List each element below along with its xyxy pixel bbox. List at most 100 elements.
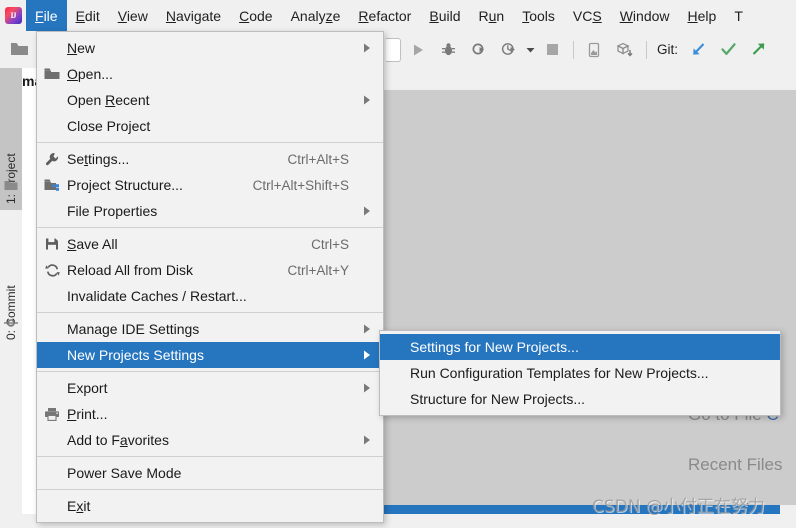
menu-build[interactable]: Build — [420, 0, 469, 31]
sync-gradle-icon[interactable] — [610, 35, 640, 65]
run-with-coverage-icon[interactable] — [463, 35, 493, 65]
toolbar-separator — [573, 41, 574, 59]
submenu-arrow-icon — [359, 383, 375, 393]
menu-help[interactable]: Help — [679, 0, 726, 31]
menu-view[interactable]: View — [109, 0, 157, 31]
file-menu-item-shortcut: Ctrl+Alt+S — [269, 152, 349, 167]
app-logo — [0, 0, 26, 31]
submenu-item-run-configuration-templates-for-new-projects[interactable]: Run Configuration Templates for New Proj… — [380, 360, 780, 386]
file-menu-item-new[interactable]: New — [37, 35, 383, 61]
file-menu-item-label: Invalidate Caches / Restart... — [67, 288, 349, 304]
submenu-arrow-icon — [359, 324, 375, 334]
menu-item-icon-slot — [37, 316, 67, 342]
file-menu-item-shortcut: Ctrl+Alt+Y — [269, 263, 349, 278]
push-arrow-icon[interactable] — [743, 35, 773, 65]
menu-edit-label: Edit — [76, 8, 100, 24]
menu-tools-label: Tools — [522, 8, 555, 24]
menu-code[interactable]: Code — [230, 0, 281, 31]
submenu-item-structure-for-new-projects[interactable]: Structure for New Projects... — [380, 386, 780, 412]
submenu-item-settings-for-new-projects[interactable]: Settings for New Projects... — [380, 334, 780, 360]
file-menu-item-reload-all-from-disk[interactable]: Reload All from DiskCtrl+Alt+Y — [37, 257, 383, 283]
project-folder-icon — [4, 178, 18, 192]
menu-navigate[interactable]: Navigate — [157, 0, 230, 31]
menu-t[interactable]: T — [725, 0, 752, 31]
menu-edit[interactable]: Edit — [67, 0, 109, 31]
run-play-icon[interactable] — [403, 35, 433, 65]
debug-bug-icon[interactable] — [433, 35, 463, 65]
menu-vcs[interactable]: VCS — [564, 0, 611, 31]
file-menu-item-shortcut: Ctrl+Alt+Shift+S — [235, 178, 349, 193]
menu-view-label: View — [118, 8, 148, 24]
menu-item-icon-slot — [37, 35, 67, 61]
menu-item-icon-slot — [37, 493, 67, 519]
menu-item-icon-slot — [37, 283, 67, 309]
menu-separator — [37, 456, 383, 457]
submenu-arrow-icon — [359, 350, 375, 360]
file-menu-item-save-all[interactable]: Save AllCtrl+S — [37, 231, 383, 257]
file-menu-item-label: Print... — [67, 406, 349, 422]
file-menu-item-file-properties[interactable]: File Properties — [37, 198, 383, 224]
file-menu-item-add-to-favorites[interactable]: Add to Favorites — [37, 427, 383, 453]
device-manager-icon[interactable] — [580, 35, 610, 65]
file-menu-item-new-projects-settings[interactable]: New Projects Settings — [37, 342, 383, 368]
file-menu-item-label: Power Save Mode — [67, 465, 349, 481]
stop-square-icon[interactable] — [537, 35, 567, 65]
file-menu-item-invalidate-caches-restart[interactable]: Invalidate Caches / Restart... — [37, 283, 383, 309]
menu-item-icon-slot — [37, 87, 67, 113]
menu-build-label: Build — [429, 8, 460, 24]
profile-icon[interactable] — [493, 35, 523, 65]
menu-tools[interactable]: Tools — [513, 0, 564, 31]
sidebar-item-commit-label: 0: Commit — [4, 285, 18, 340]
project-structure-icon — [37, 172, 67, 198]
submenu-arrow-icon — [359, 43, 375, 53]
file-menu-item-open[interactable]: Open... — [37, 61, 383, 87]
menu-bar-items: File Edit View Navigate Code AnalyzeRefactor B… — [26, 0, 752, 31]
file-menu-item-label: Project Structure... — [67, 177, 235, 193]
update-project-arrow-icon[interactable] — [683, 35, 713, 65]
file-menu-item-manage-ide-settings[interactable]: Manage IDE Settings — [37, 316, 383, 342]
commit-checkmark-icon[interactable] — [713, 35, 743, 65]
file-menu-item-open-recent[interactable]: Open Recent — [37, 87, 383, 113]
file-menu-item-export[interactable]: Export — [37, 375, 383, 401]
file-menu-item-label: Close Project — [67, 118, 349, 134]
submenu-item-label: Settings for New Projects... — [410, 339, 772, 355]
file-menu-item-label: Save All — [67, 236, 293, 252]
folder-open-icon — [37, 61, 67, 87]
file-menu-item-label: Open Recent — [67, 92, 349, 108]
ide-window: File Edit View Navigate Code AnalyzeRefactor B… — [0, 0, 796, 528]
new-projects-settings-submenu: Settings for New Projects... Run Configur… — [379, 330, 781, 416]
submenu-item-label: Structure for New Projects... — [410, 391, 772, 407]
menu-item-icon-slot — [37, 427, 67, 453]
folder-open-icon[interactable] — [10, 40, 30, 58]
file-menu-item-label: Add to Favorites — [67, 432, 349, 448]
menu-separator — [37, 227, 383, 228]
menu-item-icon-slot — [380, 334, 410, 360]
file-menu-item-project-structure[interactable]: Project Structure...Ctrl+Alt+Shift+S — [37, 172, 383, 198]
run-config-selector[interactable] — [386, 38, 401, 62]
menu-file[interactable]: File — [26, 0, 67, 31]
toolbar-separator-2 — [646, 41, 647, 59]
menu-item-icon-slot — [37, 342, 67, 368]
submenu-item-label: Run Configuration Templates for New Proj… — [410, 365, 772, 381]
menu-help-label: Help — [688, 8, 717, 24]
file-menu-popup: New Open... Open Recent Close Project Settin… — [36, 31, 384, 523]
file-menu-item-close-project[interactable]: Close Project — [37, 113, 383, 139]
menu-item-icon-slot — [380, 386, 410, 412]
menu-window[interactable]: Window — [611, 0, 679, 31]
file-menu-item-exit[interactable]: Exit — [37, 493, 383, 519]
file-menu-item-settings[interactable]: Settings...Ctrl+Alt+S — [37, 146, 383, 172]
hint-recent-files: Recent Files — [688, 455, 782, 475]
file-menu-item-label: File Properties — [67, 203, 349, 219]
menu-analyze[interactable]: Analyze — [282, 0, 350, 31]
file-menu-item-power-save-mode[interactable]: Power Save Mode — [37, 460, 383, 486]
chevron-down-icon[interactable] — [523, 47, 537, 53]
menu-run[interactable]: Run — [470, 0, 514, 31]
menu-refactor[interactable]: Refactor — [349, 0, 420, 31]
menu-code-label: Code — [239, 8, 272, 24]
file-menu-item-label: New Projects Settings — [67, 347, 349, 363]
file-menu-item-shortcut: Ctrl+S — [293, 237, 349, 252]
commit-node-icon — [4, 316, 18, 330]
menu-item-icon-slot — [37, 113, 67, 139]
file-menu-item-label: Open... — [67, 66, 349, 82]
file-menu-item-print[interactable]: Print... — [37, 401, 383, 427]
